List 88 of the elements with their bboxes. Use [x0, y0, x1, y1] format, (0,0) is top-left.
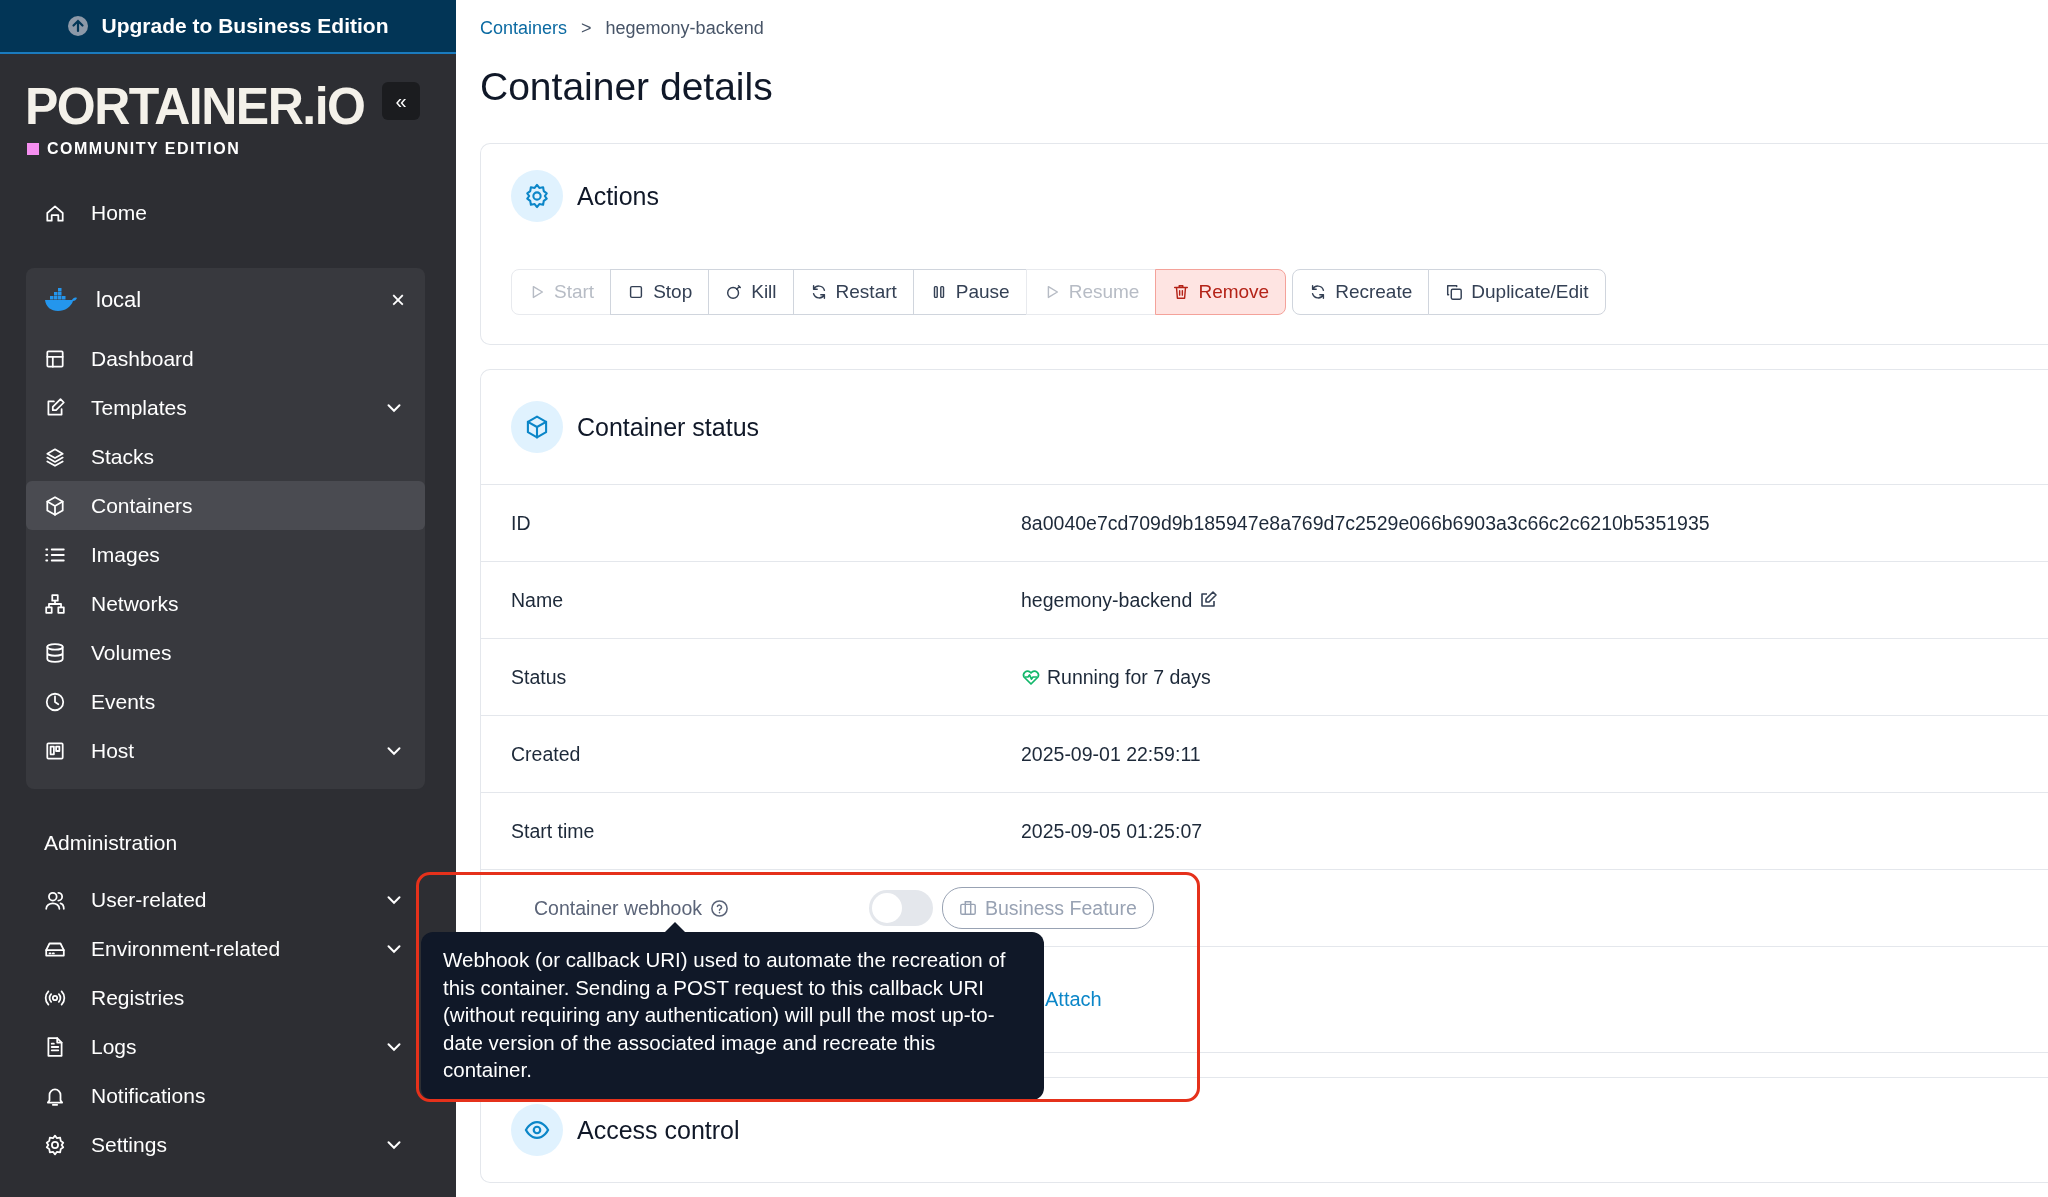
action-button[interactable]: Pause [912, 269, 1027, 315]
edition-label: COMMUNITY EDITION [47, 140, 241, 158]
trash-icon [1172, 283, 1191, 301]
sidebar-item-label: Images [91, 542, 161, 567]
collapse-button[interactable]: « [382, 82, 420, 120]
action-button[interactable]: Stop [610, 269, 710, 315]
sidebar-item-label: Volumes [91, 640, 173, 665]
tooltip-text: Webhook (or callback URI) used to automate the recreation of this container. Sending a POST request to this callback URI (without requiring any authentication) will pull the most up-to-date version of the associated image and recreate this container. [443, 948, 1006, 1082]
card-title: Container status [577, 412, 760, 442]
clock-icon [44, 690, 66, 713]
breadcrumb-separator: > [581, 18, 592, 39]
action-button[interactable]: Duplicate/Edit [1428, 269, 1606, 315]
layout-icon [44, 347, 66, 370]
sidebar-item[interactable]: Stacks [26, 432, 425, 481]
field-value: 2025-09-01 22:59:11 [1021, 742, 1202, 766]
copy-icon [1445, 283, 1464, 301]
bomb-icon [725, 283, 744, 301]
sidebar-item[interactable]: Home [26, 188, 430, 237]
cube-icon [44, 494, 66, 517]
field-label: Status [510, 665, 568, 689]
field-label: Created [510, 742, 582, 766]
sidebar-item-label: Settings [91, 1132, 168, 1157]
sidebar-item-label: Containers [91, 493, 194, 518]
sidebar-item-label: Home [91, 200, 149, 225]
action-button[interactable]: Kill [708, 269, 794, 315]
field-value: 8a0040e7cd709d9b185947e8a769d7c2529e066b6903a3c66c2c6210b5351935 [1021, 511, 1711, 535]
sidebar-item-label: Notifications [91, 1083, 207, 1108]
sidebar-item-label: Stacks [91, 444, 156, 469]
field-label: ID [510, 511, 532, 535]
field-value: hegemony-backend [1021, 588, 1193, 612]
board-icon [44, 739, 66, 762]
field-label: Container webhook [534, 896, 703, 920]
sidebar-item-label: Templates [91, 395, 188, 420]
sidebar-item-label: Events [91, 689, 157, 714]
sidebar-item[interactable]: Templates [26, 383, 425, 432]
edit-icon[interactable] [1198, 590, 1219, 610]
section-title: Administration [43, 830, 179, 856]
sidebar-item[interactable]: Images [26, 530, 425, 579]
cube-icon [524, 414, 550, 440]
field-label: Start time [510, 819, 596, 843]
arrow-up-icon [67, 15, 90, 37]
sidebar-item-label: User-related [91, 887, 208, 912]
sidebar-item[interactable]: Dashboard [26, 334, 425, 383]
heartbeat-icon [1021, 667, 1041, 687]
sidebar-item[interactable]: Events [26, 677, 425, 726]
sidebar-item[interactable]: Logs [26, 1022, 425, 1071]
toggle-switch[interactable] [869, 890, 933, 926]
sidebar-item-label: Logs [91, 1034, 138, 1059]
sidebar-item-label: Dashboard [91, 346, 195, 371]
sidebar-item[interactable]: Networks [26, 579, 425, 628]
action-button[interactable]: Recreate [1292, 269, 1430, 315]
card-title: Actions [577, 181, 659, 211]
card-title: Access control [577, 1115, 740, 1145]
field-label: Name [510, 588, 565, 612]
help-icon[interactable] [710, 898, 730, 918]
sidebar-item-label: Networks [91, 591, 180, 616]
database-icon [44, 641, 66, 664]
sidebar-item[interactable]: Environment-related [26, 924, 425, 973]
logo: PORTAINER.iO [25, 78, 365, 134]
field-value: 2025-09-05 01:25:07 [1021, 819, 1204, 843]
sidebar-item[interactable]: User-related [26, 875, 425, 924]
sidebar-item[interactable]: Volumes [26, 628, 425, 677]
page-title: Container details [480, 65, 774, 109]
environment-name: local [96, 287, 143, 313]
business-feature-badge: Business Feature [942, 887, 1154, 929]
breadcrumb-current: hegemony-backend [605, 18, 764, 39]
sidebar-item-label: Environment-related [91, 936, 282, 961]
upgrade-banner[interactable]: Upgrade to Business Edition [0, 0, 456, 54]
sidebar-item[interactable]: Containers [26, 481, 425, 530]
network-icon [44, 592, 66, 615]
sidebar-item[interactable]: Host [26, 726, 425, 775]
breadcrumb-link[interactable]: Containers [480, 18, 568, 39]
upgrade-label: Upgrade to Business Edition [101, 14, 389, 38]
settings-icon [44, 1133, 66, 1156]
sidebar-item-label: Host [91, 738, 136, 763]
sidebar-item[interactable]: Settings [26, 1120, 425, 1169]
field-value: Running for 7 days [1047, 665, 1211, 689]
close-icon[interactable]: × [391, 286, 405, 314]
edition-square-icon [27, 143, 39, 155]
sidebar-item[interactable]: Notifications [26, 1071, 425, 1120]
action-button[interactable]: Restart [792, 269, 914, 315]
action-button[interactable]: Remove [1155, 269, 1287, 315]
sidebar-item-label: Registries [91, 985, 186, 1010]
whale-icon [44, 287, 78, 313]
settings-icon [524, 183, 550, 209]
attach-link[interactable]: Attach [1045, 988, 1102, 1011]
briefcase-icon [959, 899, 977, 917]
sidebar-item[interactable]: Registries [26, 973, 425, 1022]
